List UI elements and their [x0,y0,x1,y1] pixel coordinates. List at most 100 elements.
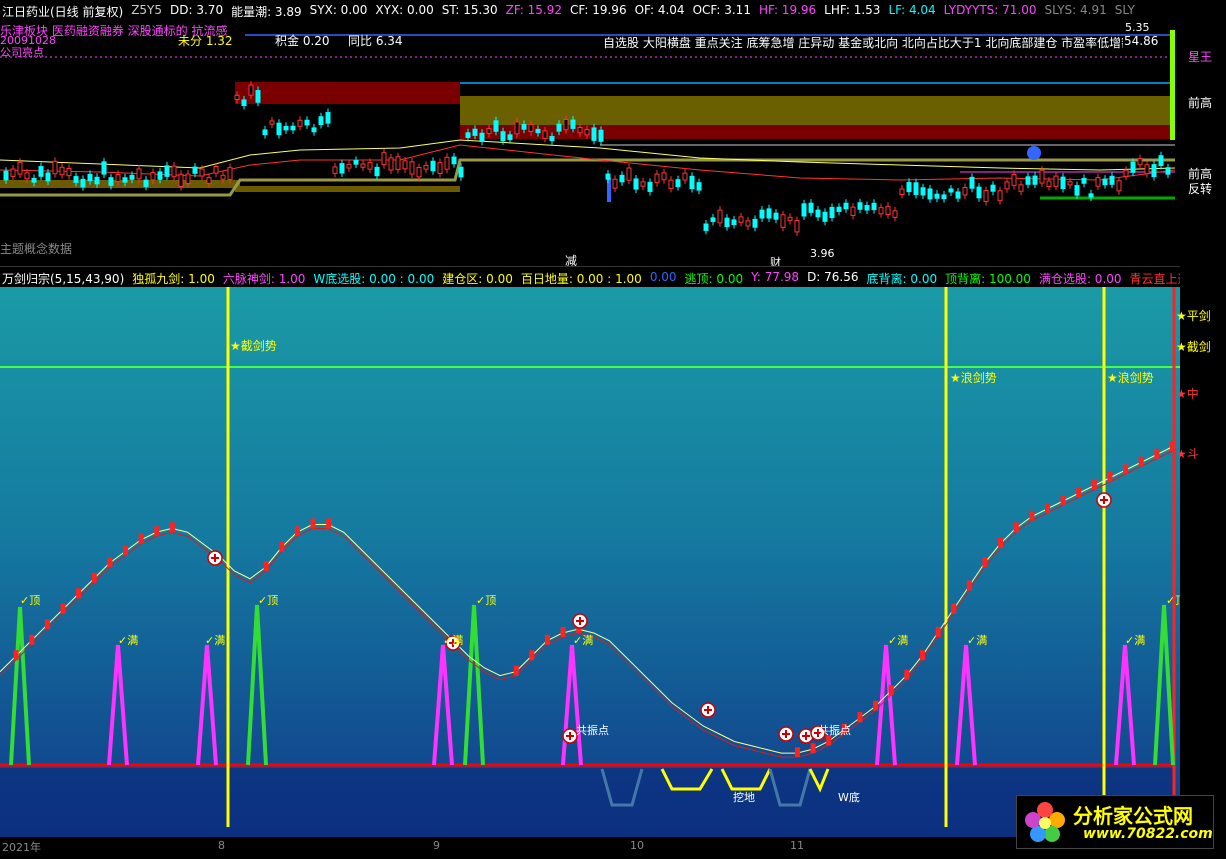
candle-body [661,172,667,181]
full-spike-3 [561,644,583,766]
subbar-item-0: 万剑归宗(5,15,43,90) [2,272,125,286]
candle-body [129,174,135,180]
topbar-item-9: OF: 4.04 [634,3,685,17]
resonance-label-2: 共振点 [818,724,851,737]
candle-body [612,178,618,189]
subbar-item-1: 独孤九剑: 1.00 [132,272,215,286]
topbar-item-6: ST: 15.30 [441,3,498,17]
right-axis: 星王 前高 前高 反转 ★平剑 ★截剑 ★中 ★斗 [1176,20,1226,837]
candle-body [325,112,331,124]
rising-segment-mark [888,685,894,696]
subbar-item-10: 底背离: 0.00 [866,272,938,286]
candle-body [486,128,492,134]
candle-body [164,165,170,177]
price-high-label: 5.35 [1125,21,1150,34]
candle-body [73,176,79,183]
flower-logo-icon [1025,802,1065,842]
rising-segment-mark [1076,487,1082,498]
rising-segment-mark [1013,522,1019,533]
year-label: 2021年 [2,841,41,854]
candle-body [297,119,303,127]
axis-label-8: ★斗 [1176,447,1199,461]
topbar-item-1: Z5Y5 [131,3,163,17]
rising-segment-mark [91,572,97,583]
indicator-panel[interactable]: ★截剑势 ★浪剑势 ★浪剑势 ✓顶 ✓顶 ✓顶 ✓顶 ✓满 ✓满 ✓满 ✓满 ✓… [0,287,1186,837]
candle-body [192,166,198,174]
candle-body [290,125,296,131]
topbar-item-10: OCF: 3.11 [692,3,751,17]
candle-body [3,170,9,181]
candle-body [871,202,877,211]
candle-body [150,172,156,181]
candle-body [654,173,660,184]
rising-segment-mark [326,518,332,529]
candle-body [794,219,800,233]
rising-segment-mark [1170,441,1175,451]
candle-body [1081,177,1087,184]
sub-indicator-bar: 万剑归宗(5,15,43,90) 独孤九剑: 1.00 六脉神剑: 1.00 W底选股… [0,266,1226,287]
candle-body [759,209,765,219]
theme-data-label: 主题概念数据 [0,242,73,256]
candle-body [591,127,597,141]
candle-body [864,205,870,211]
rising-segment-mark [13,650,19,661]
candle-body [52,160,58,175]
candle-body [920,187,926,196]
candle-body [136,168,142,180]
candle-body [997,190,1003,202]
candle-body [1088,193,1094,198]
logo-title: 分析家公式网 [1073,804,1193,828]
candle-body [94,176,100,185]
subbar-item-4: 建仓区: 0.00 [442,272,513,286]
topbar-item-15: SLYS: 4.91 [1044,3,1107,17]
candle-body [430,160,436,172]
price-panel[interactable]: 3.96 57 乐津板块 医药融资融券 深股通标的 抗流感 20091028 公… [0,20,1196,269]
candle-body [409,161,415,175]
topbar-item-0: 江日药业(日线 前复权) [2,5,124,19]
candle-body [640,181,646,187]
candle-body [1144,164,1150,175]
candle-body [528,123,534,133]
rising-segment-mark [169,522,175,533]
candle-body [1095,177,1101,187]
support-band-2 [235,186,460,192]
lower-band [0,768,1175,837]
candle-body [1060,176,1066,190]
rising-segment-mark [1060,495,1066,506]
company-highlight: 公司亮点 [0,46,44,59]
candle-body [843,202,849,210]
rising-segment-mark [44,619,50,630]
full-spike-0 [107,644,129,766]
top-spike-1 [246,604,268,766]
axis-label-5: ★平剑 [1176,309,1211,323]
weifen-label: 未分 1.32 [178,34,233,48]
candle-body [1123,169,1129,177]
axis-label-2: 前高 [1188,96,1213,110]
jijin-label: 积金 0.20 [275,34,330,48]
man-label-4: ✓满 [573,634,594,647]
indicator-line-yellow [0,446,1173,754]
candle-body [885,205,891,215]
candle-body [570,119,576,129]
rising-segment-mark [294,526,300,537]
month-8-label: 8 [218,839,225,852]
man-label-5: ✓满 [888,634,909,647]
candle-body [549,136,555,142]
w-bottom-label: W底 [838,791,860,804]
candle-body [143,179,149,187]
candle-body [493,120,499,132]
rising-segment-mark [951,603,957,614]
candle-body [101,161,107,175]
candle-body [724,217,730,228]
candle-body [444,156,450,170]
candle-body [17,161,23,175]
candle-body [80,178,86,188]
subbar-item-9: D: 76.56 [807,270,859,284]
blue-ball-icon [1027,146,1041,160]
candle-body [633,178,639,190]
rising-segment-mark [29,634,35,645]
rising-segment-mark [794,747,800,758]
candle-body [731,219,737,225]
candle-body [339,163,345,174]
rising-segment-mark [279,541,285,552]
